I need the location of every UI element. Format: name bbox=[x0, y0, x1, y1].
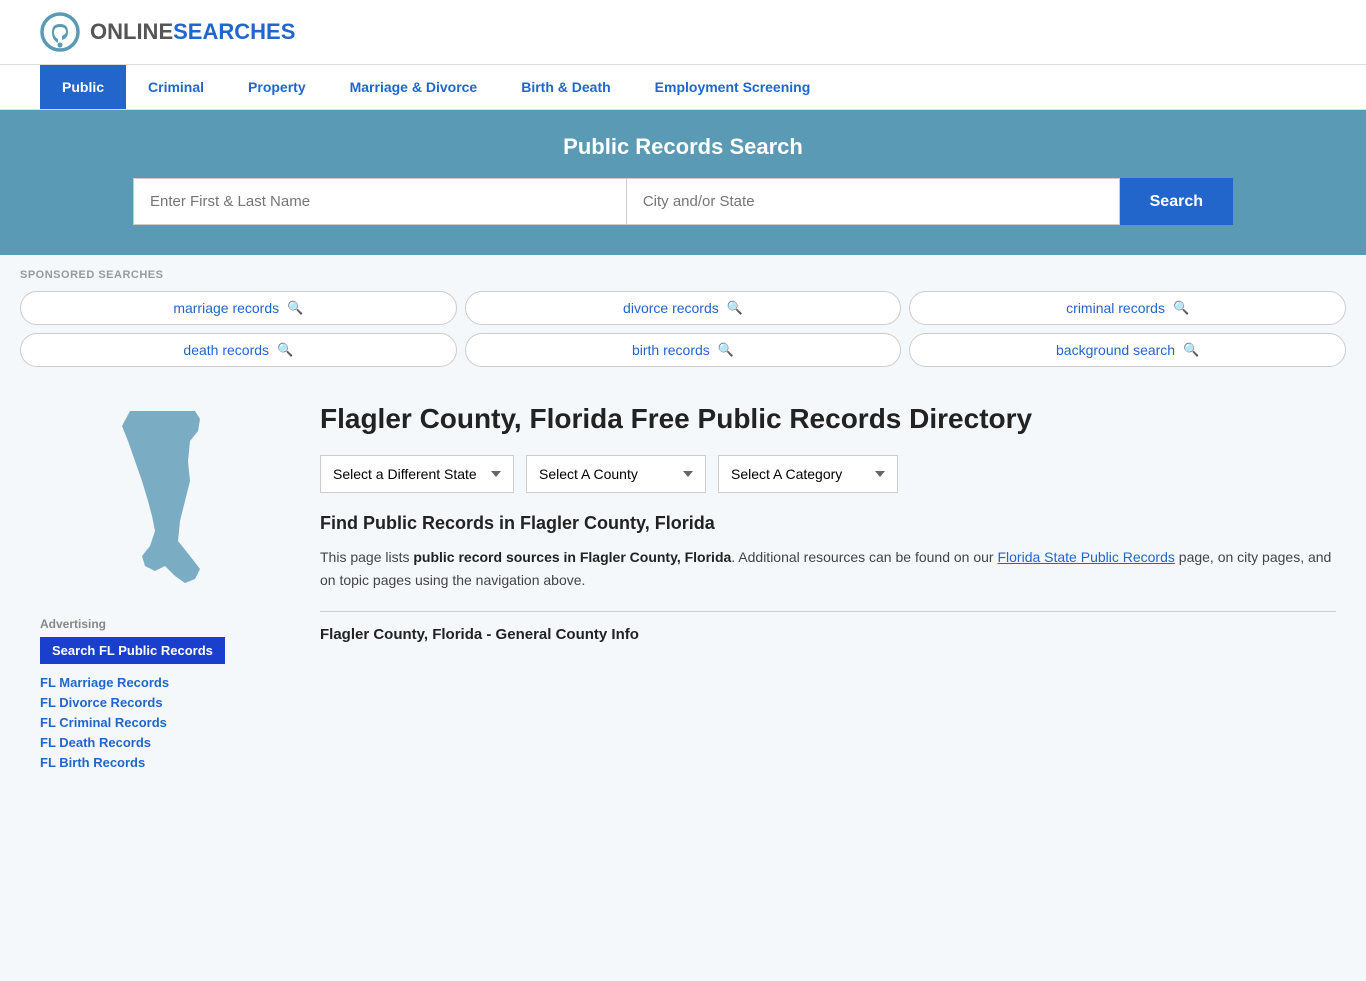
location-input[interactable] bbox=[626, 178, 1120, 225]
florida-map bbox=[40, 401, 290, 601]
search-icon: 🔍 bbox=[718, 342, 734, 358]
pill-label: birth records bbox=[632, 342, 710, 358]
pill-death-records[interactable]: death records 🔍 bbox=[20, 333, 457, 367]
hero-title: Public Records Search bbox=[40, 134, 1326, 160]
search-icon: 🔍 bbox=[1183, 342, 1199, 358]
sidebar: Advertising Search FL Public Records FL … bbox=[0, 381, 310, 981]
nav-employment[interactable]: Employment Screening bbox=[633, 65, 833, 109]
pill-criminal-records[interactable]: criminal records 🔍 bbox=[909, 291, 1346, 325]
dropdowns-row: Select a Different State Select A County… bbox=[320, 455, 1336, 493]
find-heading: Find Public Records in Flagler County, F… bbox=[320, 513, 1336, 534]
nav-criminal[interactable]: Criminal bbox=[126, 65, 226, 109]
page-content: Flagler County, Florida Free Public Reco… bbox=[310, 381, 1366, 981]
sidebar-link-criminal[interactable]: FL Criminal Records bbox=[40, 715, 167, 730]
nav-public[interactable]: Public bbox=[40, 65, 126, 109]
pill-marriage-records[interactable]: marriage records 🔍 bbox=[20, 291, 457, 325]
body-bold: public record sources in Flagler County,… bbox=[413, 549, 731, 565]
search-button[interactable]: Search bbox=[1120, 178, 1233, 225]
sidebar-link-death[interactable]: FL Death Records bbox=[40, 735, 151, 750]
section-divider bbox=[320, 611, 1336, 612]
page-title: Flagler County, Florida Free Public Reco… bbox=[320, 401, 1336, 437]
florida-map-svg bbox=[100, 401, 230, 601]
name-input[interactable] bbox=[133, 178, 626, 225]
ad-button[interactable]: Search FL Public Records bbox=[40, 637, 225, 664]
pill-birth-records[interactable]: birth records 🔍 bbox=[465, 333, 902, 367]
main-content: Advertising Search FL Public Records FL … bbox=[0, 381, 1366, 981]
search-icon: 🔍 bbox=[727, 300, 743, 316]
pill-label: marriage records bbox=[173, 300, 279, 316]
pill-background-search[interactable]: background search 🔍 bbox=[909, 333, 1346, 367]
body-text: This page lists public record sources in… bbox=[320, 546, 1336, 591]
advertising-label: Advertising bbox=[40, 617, 290, 631]
logo-icon bbox=[40, 12, 80, 52]
pill-divorce-records[interactable]: divorce records 🔍 bbox=[465, 291, 902, 325]
sidebar-links: FL Marriage Records FL Divorce Records F… bbox=[40, 674, 290, 770]
sponsored-section: SPONSORED SEARCHES marriage records 🔍 di… bbox=[0, 255, 1366, 981]
pill-label: criminal records bbox=[1066, 300, 1165, 316]
nav-marriage-divorce[interactable]: Marriage & Divorce bbox=[328, 65, 500, 109]
category-dropdown[interactable]: Select A Category bbox=[718, 455, 898, 493]
section-subtitle: Flagler County, Florida - General County… bbox=[320, 626, 1336, 643]
nav-property[interactable]: Property bbox=[226, 65, 328, 109]
sidebar-link-marriage[interactable]: FL Marriage Records bbox=[40, 675, 169, 690]
sponsored-grid: marriage records 🔍 divorce records 🔍 cri… bbox=[20, 291, 1346, 367]
pill-label: background search bbox=[1056, 342, 1175, 358]
sidebar-link-divorce[interactable]: FL Divorce Records bbox=[40, 695, 163, 710]
search-icon: 🔍 bbox=[277, 342, 293, 358]
logo-text: ONLINESEARCHES bbox=[90, 19, 295, 45]
pill-label: death records bbox=[183, 342, 269, 358]
main-nav: Public Criminal Property Marriage & Divo… bbox=[0, 65, 1366, 110]
state-dropdown[interactable]: Select a Different State bbox=[320, 455, 514, 493]
site-header: ONLINESEARCHES bbox=[0, 0, 1366, 65]
search-icon: 🔍 bbox=[287, 300, 303, 316]
sponsored-label: SPONSORED SEARCHES bbox=[20, 269, 1346, 281]
nav-birth-death[interactable]: Birth & Death bbox=[499, 65, 632, 109]
hero-section: Public Records Search Search bbox=[0, 110, 1366, 255]
search-bar: Search bbox=[133, 178, 1233, 225]
florida-state-link[interactable]: Florida State Public Records bbox=[997, 549, 1174, 565]
search-icon: 🔍 bbox=[1173, 300, 1189, 316]
logo[interactable]: ONLINESEARCHES bbox=[40, 12, 295, 52]
pill-label: divorce records bbox=[623, 300, 719, 316]
county-dropdown[interactable]: Select A County bbox=[526, 455, 706, 493]
